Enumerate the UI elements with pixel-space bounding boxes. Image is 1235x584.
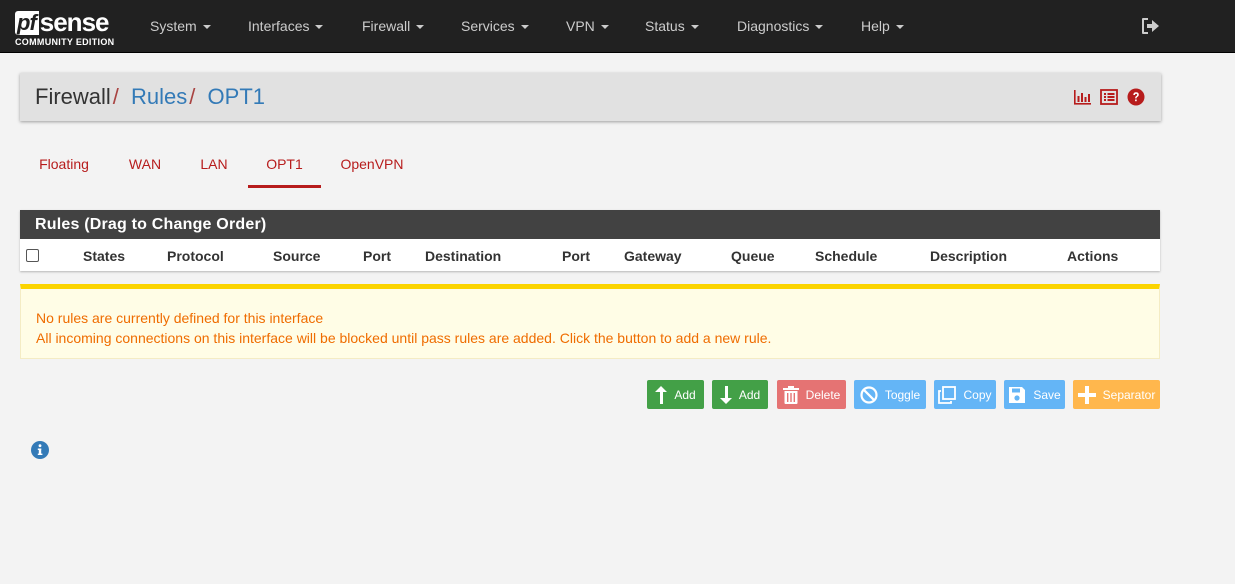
nav-services-menu[interactable]: Services — [461, 0, 529, 52]
logo-pf: pf — [15, 11, 39, 35]
caret-down-icon — [520, 25, 529, 30]
caret-down-icon — [815, 25, 824, 30]
column-header-source: Source — [273, 248, 321, 264]
breadcrumb-opt1-link[interactable]: OPT1 — [208, 84, 265, 109]
bar-chart-icon[interactable] — [1073, 89, 1091, 105]
add-rule-bottom-button[interactable]: Add — [712, 380, 768, 409]
save-button[interactable]: Save — [1004, 380, 1065, 409]
column-header-source-port: Port — [363, 248, 391, 264]
rules-panel: Rules (Drag to Change Order) States Prot… — [20, 210, 1160, 271]
question-circle-icon[interactable] — [1127, 88, 1145, 106]
nav-status-menu[interactable]: Status — [645, 0, 699, 52]
logo-edition: COMMUNITY EDITION — [15, 37, 115, 47]
nav-help-menu[interactable]: Help — [861, 0, 904, 52]
column-header-destination: Destination — [425, 248, 502, 264]
tab-lan[interactable]: LAN — [189, 148, 239, 188]
rules-panel-title: Rules (Drag to Change Order) — [20, 210, 1160, 239]
alert-line-no-rules: No rules are currently defined for this … — [36, 310, 324, 326]
toggle-button[interactable]: Toggle — [854, 380, 926, 409]
nav-diagnostics-menu[interactable]: Diagnostics — [737, 0, 824, 52]
breadcrumb-panel: Firewall/ Rules/ OPT1 — [20, 73, 1161, 121]
arrow-down-icon — [719, 385, 732, 404]
nav-interfaces-menu[interactable]: Interfaces — [248, 0, 324, 52]
breadcrumb-firewall: Firewall — [35, 84, 111, 109]
tab-openvpn[interactable]: OpenVPN — [331, 148, 413, 188]
tab-wan[interactable]: WAN — [118, 148, 172, 188]
breadcrumb-shortcuts — [1073, 88, 1145, 106]
caret-down-icon — [895, 25, 904, 30]
alert-line-blocked: All incoming connections on this interfa… — [36, 330, 772, 346]
add-rule-top-button[interactable]: Add — [647, 380, 704, 409]
breadcrumb: Firewall/ Rules/ OPT1 — [35, 84, 265, 110]
caret-down-icon — [315, 25, 324, 30]
clone-icon — [938, 385, 957, 404]
arrow-up-icon — [655, 385, 668, 404]
top-navbar: pf sense COMMUNITY EDITION System Interfa… — [0, 0, 1235, 53]
pfsense-logo[interactable]: pf sense COMMUNITY EDITION — [15, 7, 125, 49]
breadcrumb-separator: / — [189, 84, 196, 109]
caret-down-icon — [690, 25, 699, 30]
column-header-queue: Queue — [731, 248, 775, 264]
column-header-schedule: Schedule — [815, 248, 878, 264]
tab-floating[interactable]: Floating — [28, 148, 100, 188]
column-header-protocol: Protocol — [167, 248, 224, 264]
list-icon[interactable] — [1100, 89, 1118, 105]
column-header-states: States — [83, 248, 126, 264]
sign-out-icon[interactable] — [1141, 17, 1160, 35]
nav-system-menu[interactable]: System — [150, 0, 211, 52]
no-rules-warning: No rules are currently defined for this … — [20, 284, 1160, 359]
plus-icon — [1077, 385, 1096, 404]
caret-down-icon — [202, 25, 211, 30]
column-header-destination-port: Port — [562, 248, 590, 264]
nav-vpn-menu[interactable]: VPN — [566, 0, 609, 52]
trash-icon — [782, 385, 799, 404]
logo-sense: sense — [39, 7, 110, 37]
tab-opt1[interactable]: OPT1 — [248, 148, 321, 188]
column-header-actions: Actions — [1067, 248, 1119, 264]
save-icon — [1009, 386, 1026, 403]
delete-button[interactable]: Delete — [777, 380, 846, 409]
column-header-gateway: Gateway — [624, 248, 682, 264]
breadcrumb-rules-link[interactable]: Rules — [131, 84, 187, 109]
breadcrumb-separator: / — [112, 84, 119, 109]
info-circle-icon[interactable] — [30, 440, 50, 460]
column-header-description: Description — [930, 248, 1008, 264]
caret-down-icon — [416, 25, 425, 30]
copy-button[interactable]: Copy — [934, 380, 996, 409]
select-all-checkbox[interactable] — [26, 249, 39, 262]
add-separator-button[interactable]: Separator — [1073, 380, 1160, 409]
nav-firewall-menu[interactable]: Firewall — [362, 0, 425, 52]
ban-icon — [860, 385, 878, 404]
caret-down-icon — [600, 25, 609, 30]
